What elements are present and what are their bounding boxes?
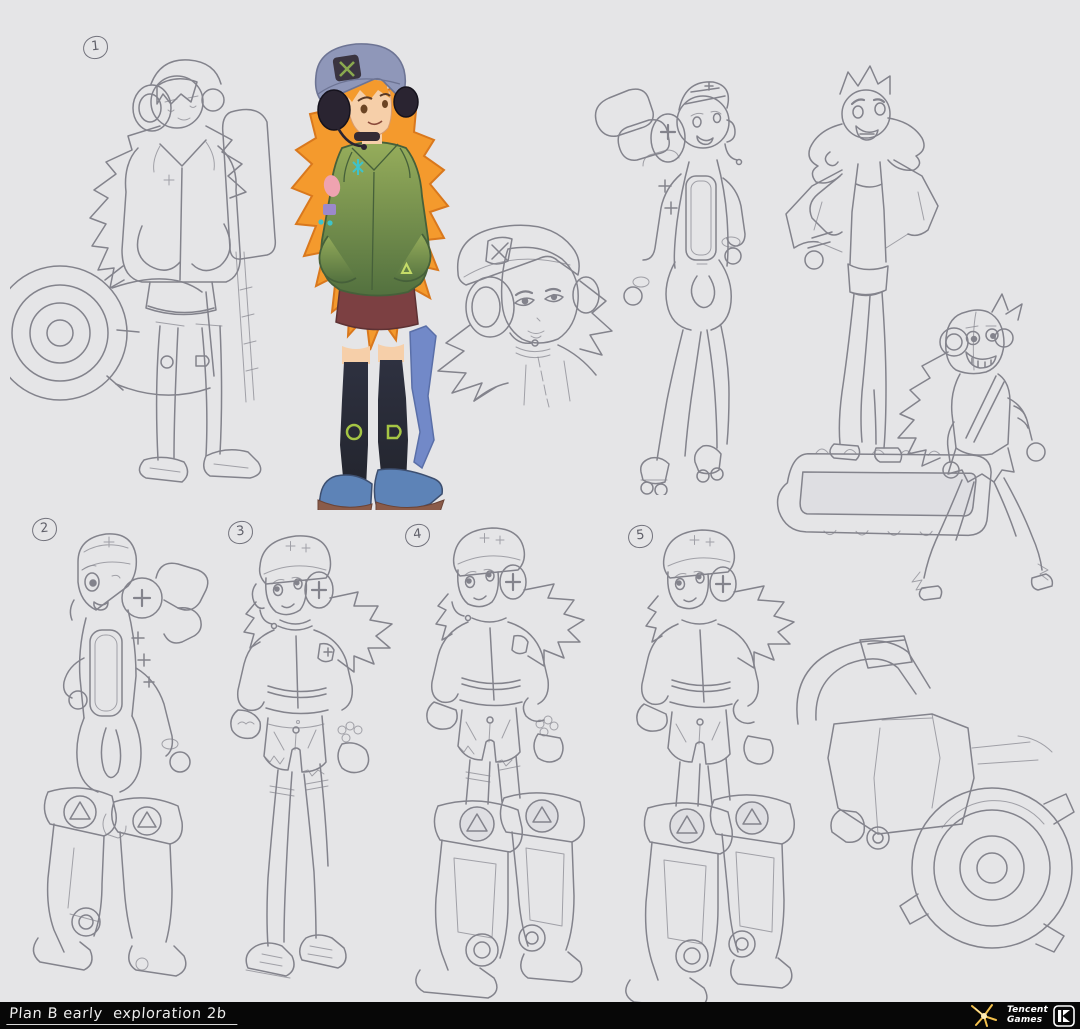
headphone-right <box>393 86 419 118</box>
figure-variant-4 <box>415 527 585 999</box>
k-monogram-icon <box>1053 1004 1075 1027</box>
concept-board: 1 2 3 4 5 Plan B early exploration 2b Te… <box>0 0 1080 1029</box>
caption-text: Plan B early exploration 2b <box>6 1006 240 1025</box>
figure-bodysuit-pose <box>594 81 746 495</box>
figure-gremlin-pose <box>776 293 1054 601</box>
choker <box>354 132 380 141</box>
headphone-left <box>317 89 351 131</box>
studio-name: Tencent Games <box>1006 1004 1048 1025</box>
branding-lockup: Tencent Games <box>968 1003 1080 1028</box>
figure-variant-3 <box>230 535 393 979</box>
figure-engine-study <box>796 635 1075 953</box>
figure-variant-2 <box>32 533 209 977</box>
caption-bar: Plan B early exploration 2b Tencent Game… <box>0 1002 1080 1029</box>
right-boot <box>373 468 444 510</box>
spark-icon <box>970 1004 997 1027</box>
figure-sketch-1 <box>10 59 277 483</box>
